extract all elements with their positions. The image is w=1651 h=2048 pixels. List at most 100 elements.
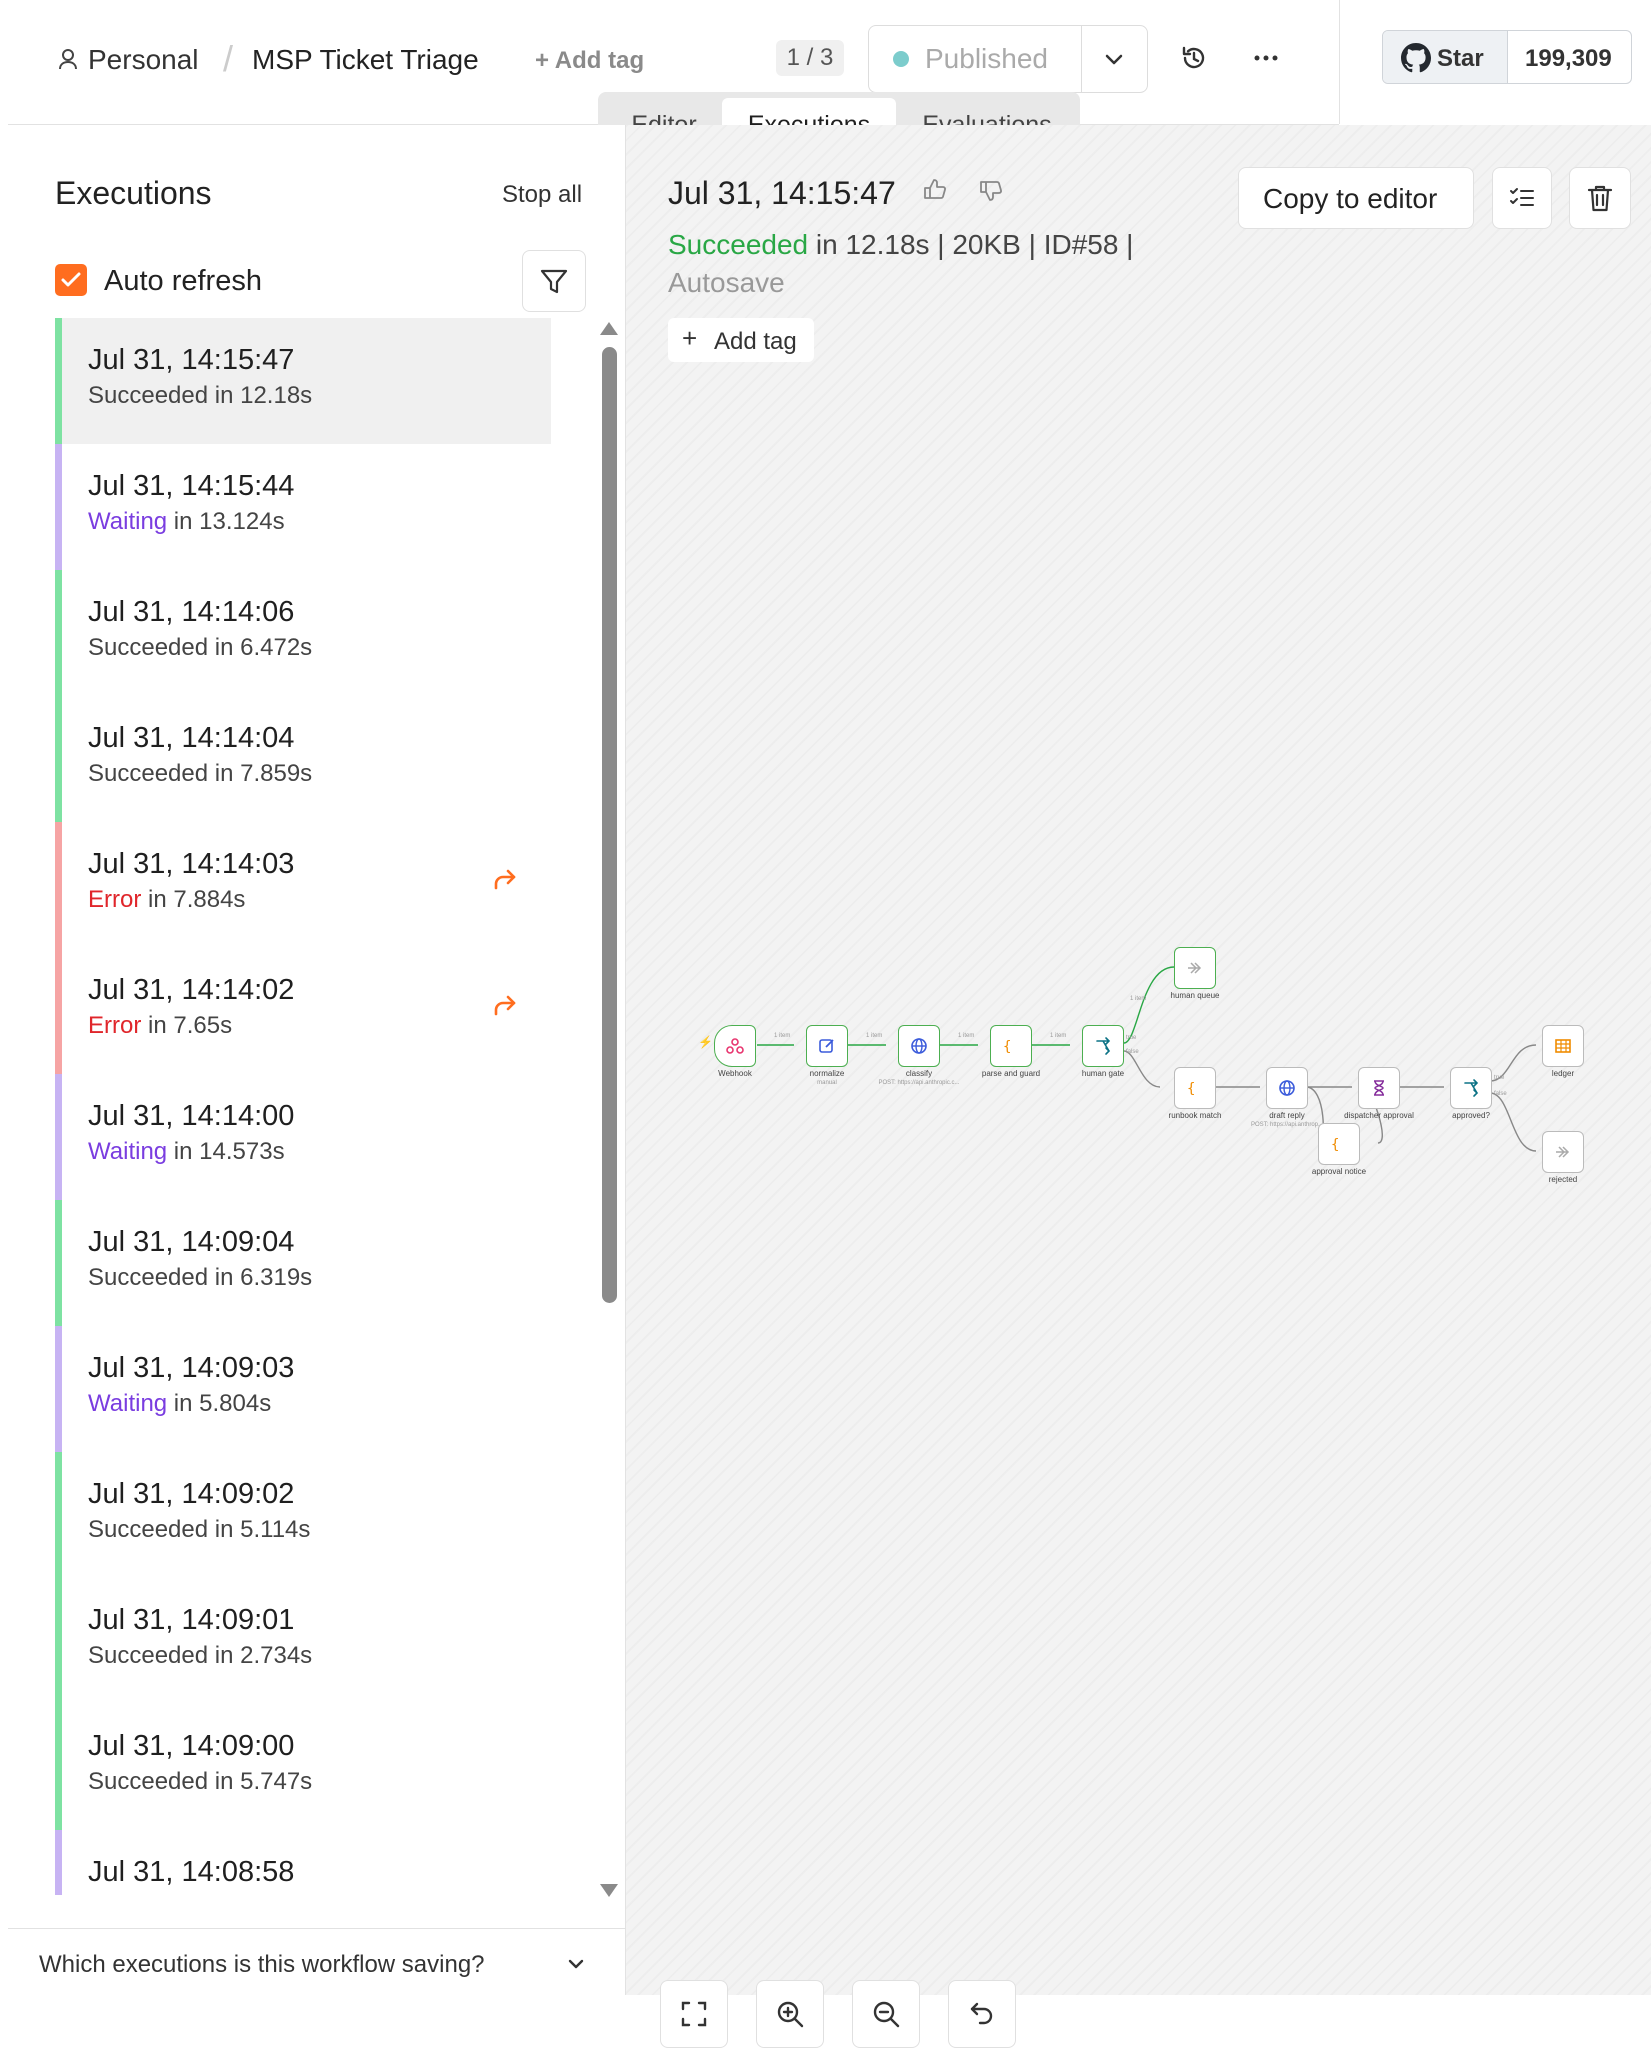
branch-icon	[1461, 1078, 1481, 1103]
more-options-icon[interactable]	[1252, 44, 1280, 77]
filter-button[interactable]	[522, 250, 586, 312]
execution-list-item[interactable]: Jul 31, 14:14:06 Succeeded in 6.472s	[55, 570, 551, 696]
execution-status: Waiting in 6.744s	[88, 1894, 271, 1895]
publish-control[interactable]: Published	[868, 25, 1148, 93]
breadcrumb-project[interactable]: Personal	[88, 44, 199, 76]
execution-status: Succeeded in 12.18s	[88, 382, 312, 410]
webhook-icon	[725, 1036, 745, 1061]
arrow-icon	[1553, 1142, 1573, 1167]
workflow-node-label: runbook match	[1168, 1111, 1222, 1120]
executions-sidebar: Executions Stop all Auto refresh Jul 31,…	[8, 125, 626, 1996]
workflow-node-human-gate[interactable]	[1082, 1025, 1124, 1067]
status-bar	[55, 1326, 62, 1452]
reset-zoom-button[interactable]	[948, 1980, 1016, 2048]
zoom-in-icon	[775, 1999, 805, 2034]
execution-list-item[interactable]: Jul 31, 14:09:02 Succeeded in 5.114s	[55, 1452, 551, 1578]
execution-list-item[interactable]: Jul 31, 14:09:00 Succeeded in 5.747s	[55, 1704, 551, 1830]
workflow-node-dispatcher-approval[interactable]	[1358, 1067, 1400, 1109]
status-bar	[55, 1074, 62, 1200]
zoom-out-button[interactable]	[852, 1980, 920, 2048]
auto-refresh-checkbox[interactable]	[55, 264, 87, 296]
workflow-node-label: approval notice	[1311, 1167, 1367, 1176]
fullscreen-icon	[680, 2000, 708, 2033]
execution-list-item[interactable]: Jul 31, 14:14:02 Error in 7.65s	[55, 948, 551, 1074]
execution-status: Succeeded in 2.734s	[88, 1642, 312, 1670]
workflow-node-ledger[interactable]	[1542, 1025, 1584, 1067]
status-bar	[55, 948, 62, 1074]
retry-icon[interactable]	[490, 992, 520, 1022]
add-tag-button[interactable]: + Add tag	[535, 47, 644, 75]
execution-date: Jul 31, 14:09:01	[88, 1604, 295, 1636]
workflow-node-rejected[interactable]	[1542, 1131, 1584, 1173]
execution-date: Jul 31, 14:09:00	[88, 1730, 295, 1762]
svg-text:{ }: { }	[1331, 1137, 1349, 1153]
workflow-node-human-queue[interactable]	[1174, 947, 1216, 989]
workflow-node-runbook-match[interactable]: { }	[1174, 1067, 1216, 1109]
execution-list-item[interactable]: Jul 31, 14:15:44 Waiting in 13.124s	[55, 444, 551, 570]
edge-label: 1 item	[958, 1033, 975, 1039]
execution-list: Jul 31, 14:15:47 Succeeded in 12.18s Jul 3…	[8, 318, 568, 1895]
execution-status-label: Error	[88, 886, 142, 913]
trigger-bolt-icon: ⚡	[698, 1035, 713, 1049]
edge-label: false	[1126, 1049, 1139, 1055]
execution-list-item[interactable]: Jul 31, 14:14:04 Succeeded in 7.859s	[55, 696, 551, 822]
code-icon: { }	[1001, 1036, 1028, 1061]
workflow-node-webhook[interactable]	[714, 1025, 756, 1067]
github-star-button[interactable]: Star	[1383, 31, 1508, 83]
hourglass-icon	[1369, 1078, 1389, 1103]
workflow-node-subtitle: POST: https://api.anthrop...	[1250, 1122, 1324, 1128]
execution-list-item[interactable]: Jul 31, 14:15:47 Succeeded in 12.18s	[55, 318, 551, 444]
workflow-canvas[interactable]: Jul 31, 14:15:47 Succeeded in 12.18s | 2…	[626, 125, 1651, 2048]
workflow-node-label: approved?	[1452, 1111, 1490, 1120]
scroll-down-arrow-icon[interactable]	[600, 1884, 618, 1897]
workflow-name[interactable]: MSP Ticket Triage	[252, 44, 479, 76]
stop-all-button[interactable]: Stop all	[502, 181, 582, 209]
workflow-node-approval-notice[interactable]: { }	[1318, 1123, 1360, 1165]
divider	[1081, 26, 1082, 92]
sidebar-title: Executions	[55, 175, 212, 211]
workflow-node-label: classify	[905, 1069, 933, 1078]
workflow-node-draft-reply[interactable]	[1266, 1067, 1308, 1109]
workflow-node-normalize[interactable]	[806, 1025, 848, 1067]
scroll-up-arrow-icon[interactable]	[600, 322, 618, 335]
saving-settings-footer[interactable]: Which executions is this workflow saving…	[8, 1928, 625, 1996]
execution-status-label: Waiting	[88, 1390, 168, 1417]
status-bar	[55, 318, 62, 444]
workflow-node-label: dispatcher approval	[1344, 1111, 1414, 1120]
execution-duration: in 7.859s	[208, 760, 313, 787]
workflow-node-classify[interactable]	[898, 1025, 940, 1067]
execution-list-item[interactable]: Jul 31, 14:08:58 Waiting in 6.744s	[55, 1830, 551, 1895]
history-icon[interactable]	[1180, 44, 1208, 77]
chevron-down-icon[interactable]	[1103, 48, 1125, 75]
workflow-node-approved[interactable]	[1450, 1067, 1492, 1109]
globe-icon	[909, 1036, 929, 1061]
zoom-in-button[interactable]	[756, 1980, 824, 2048]
status-bar	[55, 1704, 62, 1830]
execution-duration: in 14.573s	[167, 1138, 285, 1165]
scrollbar-thumb[interactable]	[602, 347, 617, 1303]
execution-duration: in 7.884s	[141, 886, 246, 913]
code-icon: { }	[1329, 1134, 1356, 1159]
execution-list-item[interactable]: Jul 31, 14:14:00 Waiting in 14.573s	[55, 1074, 551, 1200]
workflow-node-label: human gate	[1081, 1069, 1125, 1078]
execution-duration: in 5.114s	[208, 1516, 311, 1543]
edge-label: 1 item	[1050, 1033, 1067, 1039]
workflow-node-parse-and-guard[interactable]: { }	[990, 1025, 1032, 1067]
execution-list-item[interactable]: Jul 31, 14:09:03 Waiting in 5.804s	[55, 1326, 551, 1452]
fit-view-button[interactable]	[660, 1980, 728, 2048]
github-star-widget[interactable]: Star 199,309	[1382, 30, 1632, 84]
table-icon	[1553, 1036, 1573, 1061]
workflow-node-label: normalize	[809, 1069, 845, 1078]
edge-label: false	[1494, 1091, 1507, 1097]
execution-list-item[interactable]: Jul 31, 14:14:03 Error in 7.884s	[55, 822, 551, 948]
retry-icon[interactable]	[490, 866, 520, 896]
execution-status: Succeeded in 6.319s	[88, 1264, 312, 1292]
execution-list-item[interactable]: Jul 31, 14:09:04 Succeeded in 6.319s	[55, 1200, 551, 1326]
chevron-down-icon[interactable]	[565, 1953, 587, 1980]
publish-status[interactable]: Published	[925, 43, 1048, 75]
execution-duration: in 5.747s	[208, 1768, 313, 1795]
execution-date: Jul 31, 14:14:00	[88, 1100, 295, 1132]
execution-duration: in 12.18s	[208, 382, 313, 409]
github-star-count[interactable]: 199,309	[1525, 45, 1612, 73]
execution-list-item[interactable]: Jul 31, 14:09:01 Succeeded in 2.734s	[55, 1578, 551, 1704]
